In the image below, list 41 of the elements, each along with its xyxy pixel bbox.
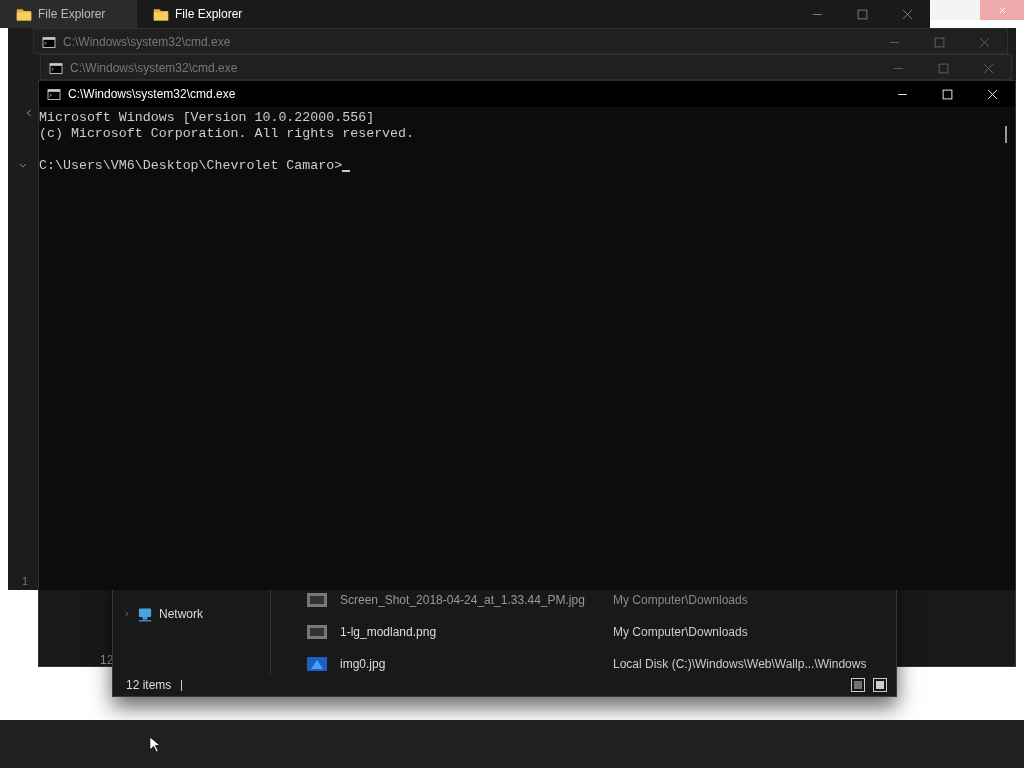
item-count: 12 items <box>126 677 172 694</box>
close-icon <box>987 88 998 100</box>
window-title: C:\Windows\system32\cmd.exe <box>68 86 237 103</box>
maximize-icon <box>934 36 945 48</box>
window-title: C:\Windows\system32\cmd.exe <box>63 34 232 51</box>
chevron-right-icon[interactable] <box>123 610 131 618</box>
folder-icon <box>153 6 169 22</box>
explorer-tab[interactable]: File Explorer <box>0 0 137 28</box>
close-icon <box>902 8 913 20</box>
network-icon <box>137 606 153 622</box>
maximize-icon <box>942 88 953 100</box>
close-button[interactable] <box>980 0 1024 20</box>
mouse-pointer-icon <box>149 735 161 754</box>
close-icon <box>983 62 994 74</box>
details-view-icon[interactable] <box>851 678 865 692</box>
folder-icon <box>16 6 32 22</box>
file-name[interactable]: Screen_Shot_2018-04-24_at_1.33.44_PM.jpg <box>340 591 613 609</box>
terminal-icon <box>49 62 63 74</box>
command-prompt: C:\Users\VM6\Desktop\Chevrolet Camaro> <box>39 158 343 174</box>
file-location: Local Disk (C:)\Windows\Web\Wallp...\Windows <box>613 656 867 673</box>
file-location: My Computer\Downloads <box>613 624 748 641</box>
close-icon <box>997 5 1007 15</box>
console-line: (c) Microsoft Corporation. All rights reserved. <box>39 126 415 142</box>
maximize-icon <box>857 8 868 20</box>
file-name[interactable]: 1-lg_modland.png <box>340 623 613 641</box>
file-name[interactable]: img0.jpg <box>340 655 613 673</box>
file-thumbnail-icon <box>307 657 327 671</box>
window-title: C:\Windows\system32\cmd.exe <box>70 60 239 77</box>
console-line: Microsoft Windows [Version 10.0.22000.556] <box>39 110 375 126</box>
file-thumbnail-icon <box>307 593 327 607</box>
terminal-icon <box>47 88 61 100</box>
maximize-icon <box>938 62 949 74</box>
tiles-view-icon[interactable] <box>873 678 887 692</box>
terminal-icon <box>42 36 56 48</box>
scrollbar-thumb[interactable] <box>1005 126 1007 143</box>
status-text: 1 <box>22 574 29 589</box>
text-cursor <box>342 170 351 172</box>
file-thumbnail-icon <box>307 625 327 639</box>
file-location: My Computer\Downloads <box>613 592 748 609</box>
close-icon <box>979 36 990 48</box>
nav-item[interactable]: Network <box>123 605 203 623</box>
